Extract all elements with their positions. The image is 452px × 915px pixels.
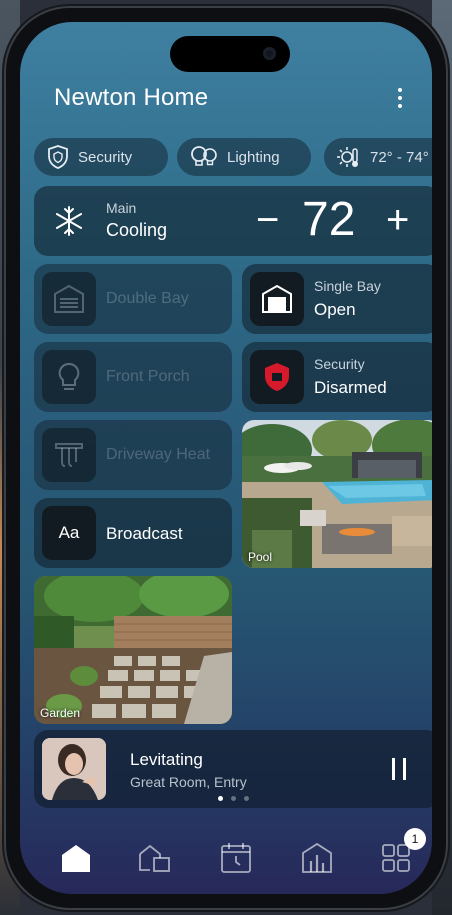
tile-security[interactable]: Security Disarmed <box>242 342 432 412</box>
garage-closed-icon <box>42 272 96 326</box>
tile-front-porch[interactable]: Front Porch <box>34 342 232 412</box>
camera-pool[interactable]: Pool <box>242 420 432 568</box>
tile-front-porch-label: Front Porch <box>106 368 190 385</box>
page-title: Newton Home <box>54 84 209 111</box>
tile-single-bay[interactable]: Single Bay Open <box>242 264 432 334</box>
camera-garden[interactable]: Garden <box>34 576 232 724</box>
pool-image <box>242 420 432 568</box>
calendar-clock-icon <box>221 843 251 873</box>
dynamic-island <box>170 36 290 72</box>
tab-home[interactable] <box>56 838 96 878</box>
rooms-icon <box>139 844 170 872</box>
more-options-icon[interactable] <box>390 84 410 112</box>
tab-bar <box>20 822 432 894</box>
building-chart-icon <box>302 842 332 873</box>
tile-broadcast[interactable]: Aa Broadcast <box>34 498 232 568</box>
chip-security-label: Security <box>78 148 133 166</box>
temperature-decrease-button[interactable]: − <box>256 200 279 240</box>
temperature-setpoint: 72 <box>302 193 356 246</box>
chip-lighting[interactable]: Lighting <box>177 138 311 176</box>
page-dot <box>244 796 249 801</box>
sun-thermometer-icon <box>337 147 358 167</box>
app-screen: Newton Home Security Lighting 72° - 74° … <box>20 22 432 894</box>
tile-broadcast-label: Broadcast <box>106 524 183 543</box>
thermostat-name: Main <box>106 200 137 216</box>
tab-rooms[interactable] <box>135 838 175 878</box>
camera-garden-caption: Garden <box>40 706 81 720</box>
tile-driveway-heat[interactable]: Driveway Heat <box>34 420 232 490</box>
tile-double-bay[interactable]: Double Bay <box>34 264 232 334</box>
phone-frame: Newton Home Security Lighting 72° - 74° … <box>6 8 446 908</box>
text-aa-icon: Aa <box>42 506 96 560</box>
camera-pool-caption: Pool <box>248 550 273 564</box>
notification-badge: 1 <box>404 828 426 850</box>
shield-alert-icon <box>250 350 304 404</box>
shield-icon <box>48 145 68 169</box>
tab-energy[interactable] <box>297 838 337 878</box>
tile-double-bay-label: Double Bay <box>106 290 189 307</box>
tile-security-state: Disarmed <box>314 378 387 397</box>
camera-icon <box>263 47 276 60</box>
player-page-indicator <box>218 796 249 801</box>
chip-temperature-range[interactable]: 72° - 74° <box>324 138 432 176</box>
tile-single-bay-title: Single Bay <box>314 278 381 294</box>
chip-lighting-label: Lighting <box>227 148 280 166</box>
now-playing-card[interactable]: Levitating Great Room, Entry <box>34 730 432 808</box>
tab-schedule[interactable] <box>216 838 256 878</box>
garden-image <box>34 576 232 724</box>
temperature-increase-button[interactable]: + <box>386 200 409 240</box>
playing-rooms: Great Room, Entry <box>130 774 247 790</box>
page-dot <box>231 796 236 801</box>
lightbulb-icon <box>42 350 96 404</box>
snowflake-icon <box>42 194 96 248</box>
thermostat-card[interactable]: Main Cooling − 72 + <box>34 186 432 256</box>
tile-single-bay-state: Open <box>314 300 356 319</box>
garage-open-icon <box>250 272 304 326</box>
tile-security-title: Security <box>314 356 365 372</box>
bulbs-icon <box>191 146 217 166</box>
home-icon <box>62 845 90 872</box>
pause-button[interactable] <box>390 758 408 780</box>
chip-security[interactable]: Security <box>34 138 168 176</box>
album-art <box>42 738 106 800</box>
page-dot-active <box>218 796 223 801</box>
heater-icon <box>42 428 96 482</box>
song-title: Levitating <box>130 750 203 769</box>
thermostat-mode: Cooling <box>106 220 168 240</box>
chip-temperature-label: 72° - 74° <box>370 148 429 166</box>
tile-driveway-heat-label: Driveway Heat <box>106 446 211 463</box>
